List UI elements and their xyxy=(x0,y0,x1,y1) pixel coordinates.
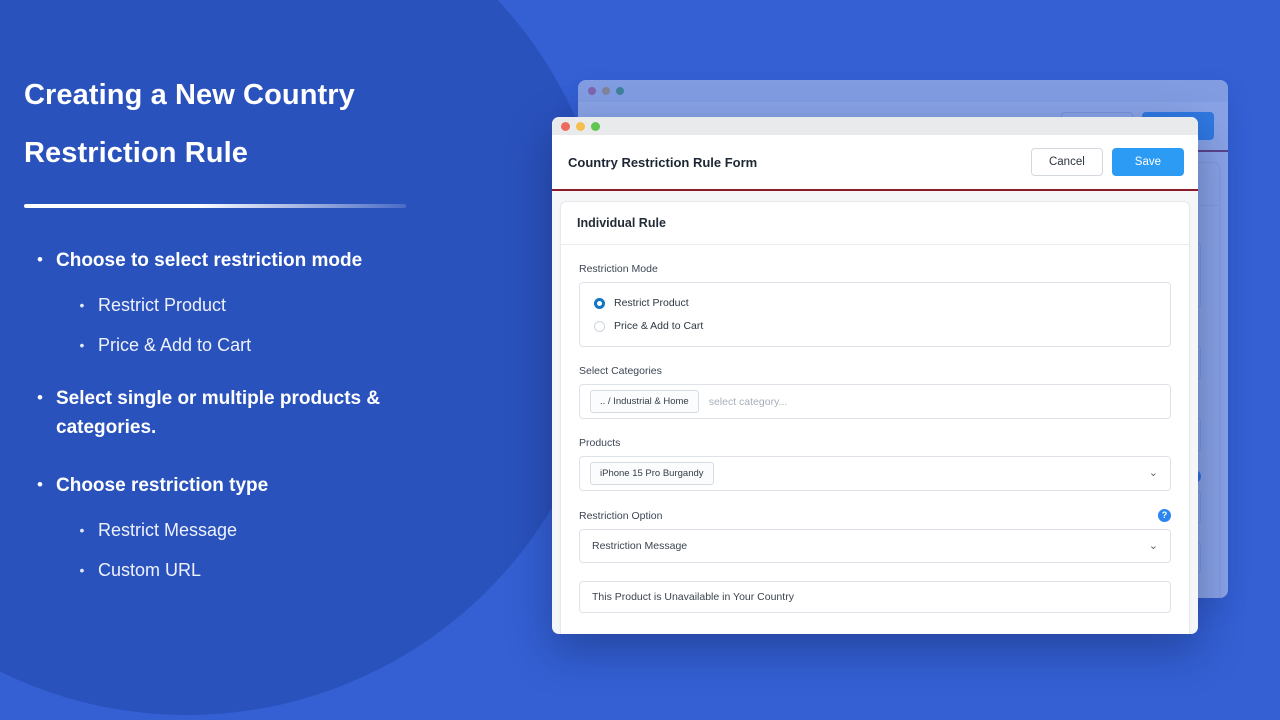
minimize-yellow-icon[interactable] xyxy=(576,121,585,131)
restriction-option-select[interactable]: Restriction Message ⌄ xyxy=(579,529,1171,563)
window-header: Country Restriction Rule Form Cancel Sav… xyxy=(552,135,1198,191)
card-body: Restriction Mode Restrict Product Price … xyxy=(561,245,1189,634)
field-label-row: Products xyxy=(579,437,1171,449)
radio-unselected-icon[interactable] xyxy=(594,320,605,332)
window-titlebar[interactable] xyxy=(552,117,1198,135)
field-label-row: Restriction Option ? xyxy=(579,509,1171,522)
field-select-categories: Select Categories .. / Industrial & Home… xyxy=(579,365,1171,419)
select-categories-label: Select Categories xyxy=(579,365,662,377)
bullet-marker-icon: • xyxy=(79,297,85,313)
product-tag[interactable]: iPhone 15 Pro Burgandy xyxy=(590,462,714,485)
radio-label: Restrict Product xyxy=(614,297,689,309)
category-tag[interactable]: .. / Industrial & Home xyxy=(590,390,699,413)
field-label-row: Select Categories xyxy=(579,365,1171,377)
bullet-list: • Choose to select restriction mode • Re… xyxy=(24,246,490,583)
chevron-down-icon[interactable]: ⌄ xyxy=(1149,468,1158,479)
page-title: Creating a New Country Restriction Rule xyxy=(24,79,355,169)
zoom-green-icon xyxy=(616,87,624,95)
country-restriction-rule-window: Country Restriction Rule Form Cancel Sav… xyxy=(552,117,1198,634)
bullet-text: Custom URL xyxy=(98,560,202,580)
bullet-text: Choose to select restriction mode xyxy=(56,250,363,271)
window-title: Country Restriction Rule Form xyxy=(568,154,758,170)
bullet-item-secondary: • Price & Add to Cart xyxy=(24,332,490,358)
bullet-marker-icon: • xyxy=(37,250,43,269)
save-button[interactable]: Save xyxy=(1111,148,1184,176)
restriction-option-value: Restriction Message xyxy=(592,540,688,552)
title-underline xyxy=(24,204,406,208)
bullet-item-primary: • Select single or multiple products & c… xyxy=(24,384,490,442)
card-heading: Individual Rule xyxy=(561,202,1189,245)
bullet-text: Choose restriction type xyxy=(56,475,269,496)
help-icon[interactable]: ? xyxy=(1158,509,1171,522)
products-select[interactable]: iPhone 15 Pro Burgandy ⌄ xyxy=(579,456,1171,491)
zoom-green-icon[interactable] xyxy=(591,121,600,131)
field-restriction-option: Restriction Option ? Restriction Message… xyxy=(579,509,1171,563)
background-window-titlebar xyxy=(578,80,1228,102)
field-products: Products iPhone 15 Pro Burgandy ⌄ xyxy=(579,437,1171,491)
bullet-item-primary: • Choose restriction type xyxy=(24,471,490,500)
chevron-down-icon[interactable]: ⌄ xyxy=(1149,540,1158,552)
field-restriction-message: This Product is Unavailable in Your Coun… xyxy=(579,581,1171,613)
bullet-marker-icon: • xyxy=(79,562,85,578)
slide-text-pane: Creating a New Country Restriction Rule … xyxy=(0,0,520,720)
cancel-button[interactable]: Cancel xyxy=(1030,148,1103,176)
field-label-row: Restriction Mode xyxy=(579,263,1171,275)
bullet-item-secondary: • Custom URL xyxy=(24,557,490,583)
bullet-text: Restrict Product xyxy=(98,295,227,315)
bullet-marker-icon: • xyxy=(37,475,43,494)
select-categories-input[interactable]: .. / Industrial & Home select category..… xyxy=(579,384,1171,419)
field-restriction-mode: Restriction Mode Restrict Product Price … xyxy=(579,263,1171,347)
radio-selected-icon[interactable] xyxy=(594,297,605,309)
bullet-text: Select single or multiple products & cat… xyxy=(56,388,381,438)
products-label: Products xyxy=(579,437,621,449)
radio-option-restrict-product[interactable]: Restrict Product xyxy=(594,294,1156,312)
bullet-group-spacer xyxy=(24,459,490,471)
bullet-item-secondary: • Restrict Message xyxy=(24,517,490,543)
individual-rule-card: Individual Rule Restriction Mode Restric… xyxy=(560,201,1190,634)
bullet-marker-icon: • xyxy=(37,388,43,407)
minimize-yellow-icon xyxy=(602,87,610,95)
bullet-item-secondary: • Restrict Product xyxy=(24,292,490,318)
restriction-mode-group: Restrict Product Price & Add to Cart xyxy=(579,282,1171,347)
restriction-mode-label: Restriction Mode xyxy=(579,263,658,275)
bullet-group-spacer xyxy=(24,372,490,384)
close-red-icon xyxy=(588,87,596,95)
close-red-icon[interactable] xyxy=(561,121,570,131)
radio-option-price-add-to-cart[interactable]: Price & Add to Cart xyxy=(594,317,1156,335)
window-header-actions: Cancel Save xyxy=(1030,148,1184,176)
restriction-option-label: Restriction Option xyxy=(579,509,663,522)
bullet-marker-icon: • xyxy=(79,337,85,353)
restriction-message-input[interactable]: This Product is Unavailable in Your Coun… xyxy=(579,581,1171,613)
bullet-text: Price & Add to Cart xyxy=(98,335,252,355)
bullet-item-primary: • Choose to select restriction mode xyxy=(24,246,490,275)
select-categories-placeholder: select category... xyxy=(708,395,788,408)
slide-canvas: Creating a New Country Restriction Rule … xyxy=(0,0,1280,720)
bullet-text: Restrict Message xyxy=(98,520,238,540)
radio-label: Price & Add to Cart xyxy=(614,320,704,332)
bullet-marker-icon: • xyxy=(79,522,85,538)
